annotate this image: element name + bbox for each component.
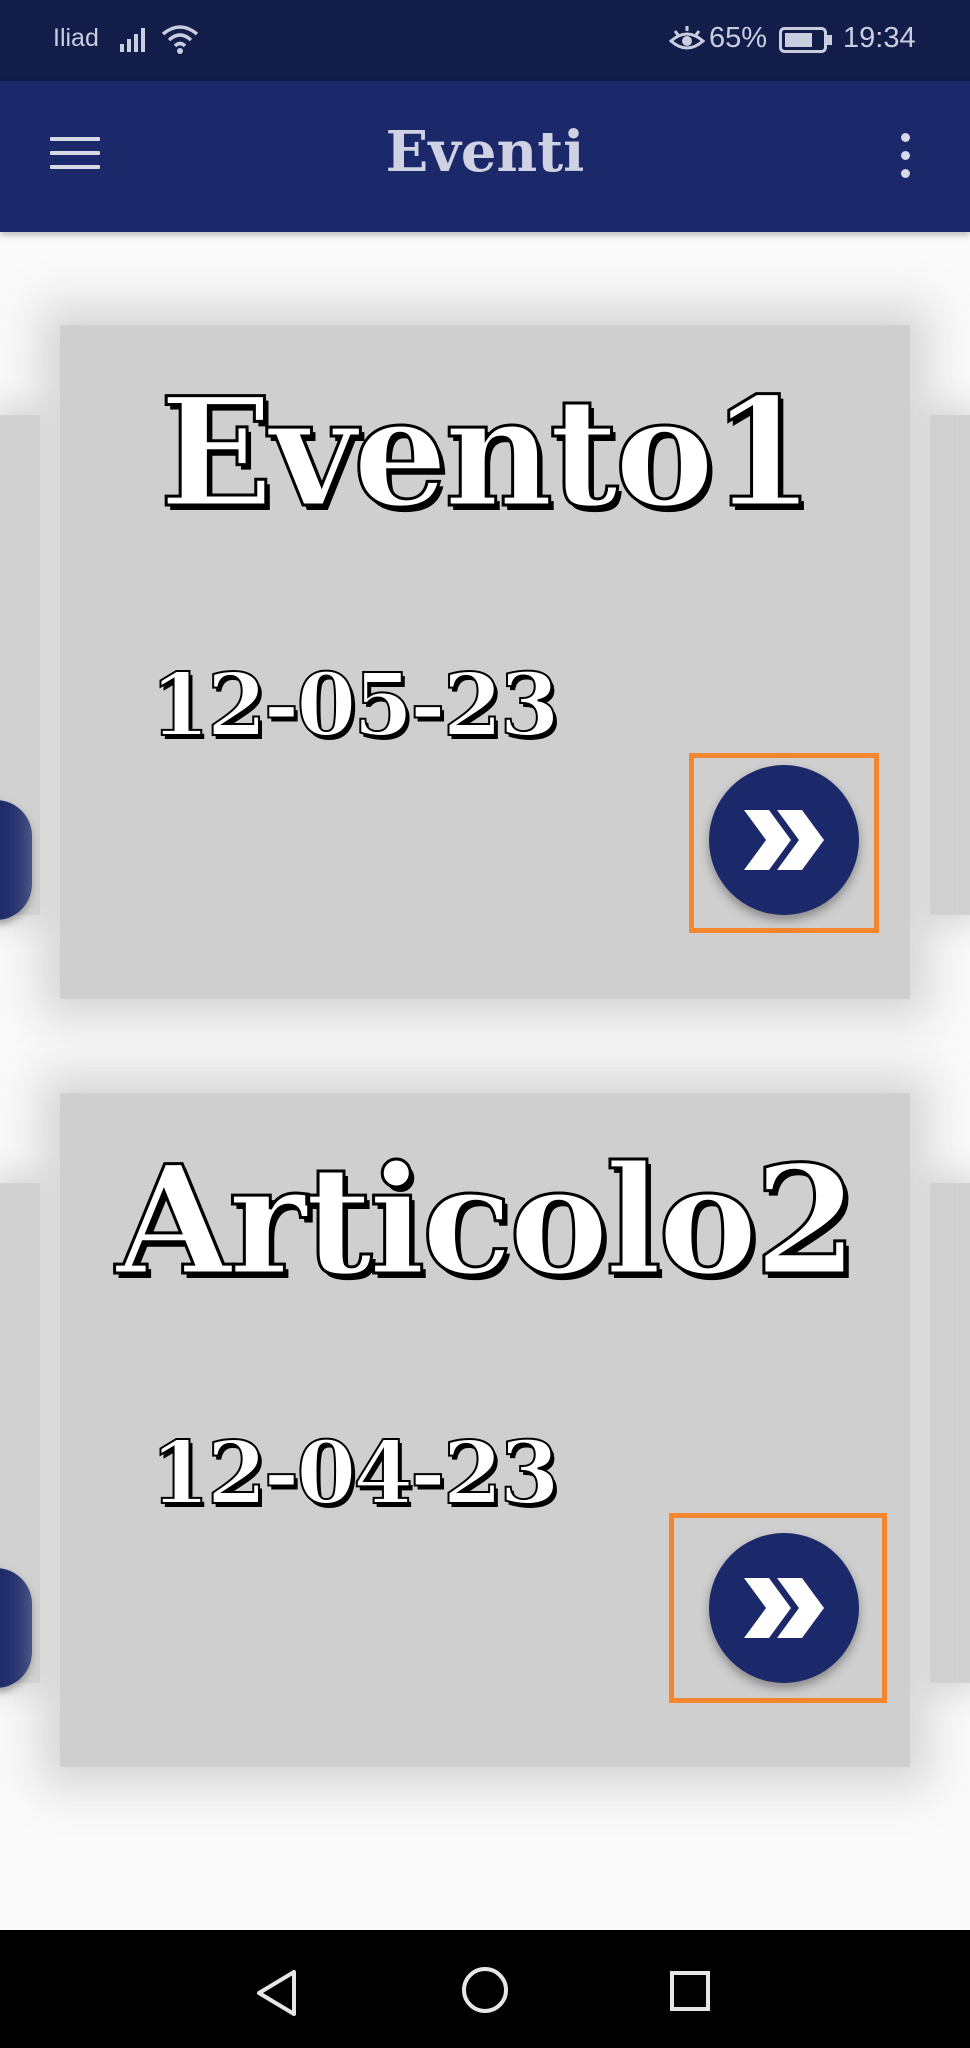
system-nav-bar: [0, 1930, 970, 2048]
carrier-name: Iliad: [53, 24, 99, 52]
double-chevron-right-icon: [744, 810, 824, 870]
event-title: Evento1: [158, 364, 817, 543]
event-card-row: Articolo2 12-04-23: [0, 1093, 970, 1767]
signal-icon: [118, 22, 152, 61]
previous-card-button[interactable]: [0, 1568, 32, 1688]
app-bar: Eventi: [0, 81, 970, 232]
back-icon[interactable]: [254, 1968, 300, 2023]
previous-card-peek[interactable]: [0, 415, 40, 920]
wifi-icon: [160, 22, 200, 61]
battery-icon: [779, 27, 833, 58]
open-event-button[interactable]: [709, 765, 859, 915]
open-event-button[interactable]: [709, 1533, 859, 1683]
next-card-peek[interactable]: [930, 1183, 970, 1683]
previous-card-peek[interactable]: [0, 1183, 40, 1688]
double-chevron-right-icon: [744, 1578, 824, 1638]
more-vert-icon[interactable]: [893, 133, 917, 181]
clock-time: 19:34: [843, 22, 916, 54]
next-card-peek[interactable]: [930, 415, 970, 915]
recents-icon[interactable]: [669, 1970, 711, 2017]
battery-percent: 65%: [709, 22, 768, 54]
previous-card-button[interactable]: [0, 800, 32, 920]
event-date: 12-05-23: [149, 654, 560, 757]
home-icon[interactable]: [461, 1966, 509, 2019]
status-bar: Iliad 65% 19:34: [0, 0, 970, 81]
event-date: 12-04-23: [149, 1422, 560, 1525]
event-card-row: Evento1 12-05-23: [0, 325, 970, 999]
page-title: Eventi: [385, 119, 585, 185]
eye-comfort-icon: [668, 25, 706, 60]
event-title: Articolo2: [114, 1132, 859, 1311]
